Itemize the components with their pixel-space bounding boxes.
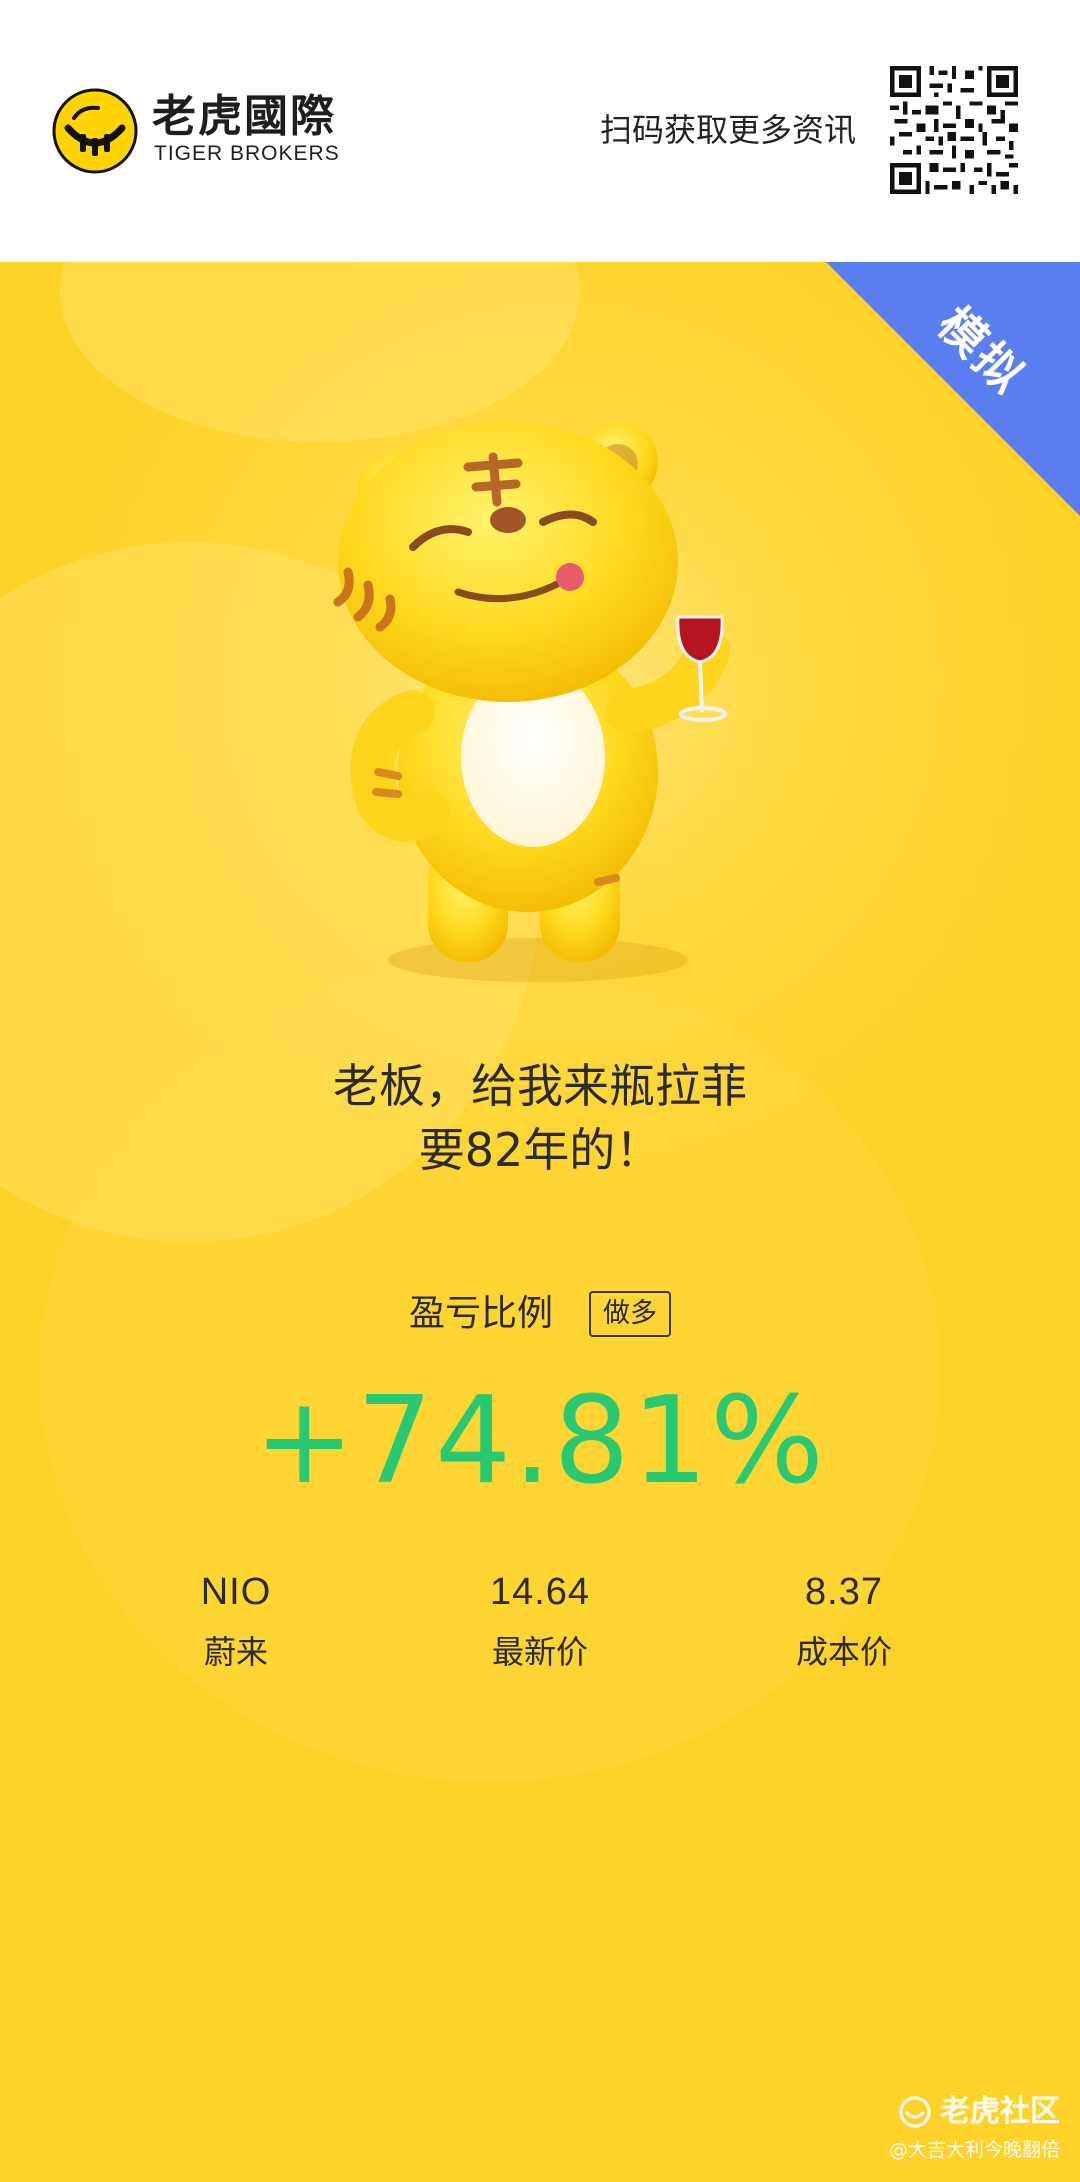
stat-latest-price-value: 14.64: [489, 1571, 591, 1613]
direction-badge: 做多: [589, 1291, 671, 1337]
tiger-logo-icon: [52, 88, 138, 174]
scan-prompt: 扫码获取更多资讯: [599, 111, 856, 149]
result-card: 模拟 老板，给我来瓶拉菲 要82年的！ 盈亏比例 做多 +74.81% NIO …: [0, 262, 1080, 2182]
quote-text: 老板，给我来瓶拉菲 要82年的！: [0, 1054, 1080, 1182]
qr-code-icon[interactable]: [890, 66, 1018, 194]
profit-loss-header: 盈亏比例 做多: [0, 1290, 1080, 1340]
stat-symbol: NIO 蔚来: [116, 1568, 356, 1674]
profit-loss-label: 盈亏比例: [408, 1293, 553, 1334]
brand-name-en: TIGER BROKERS: [154, 142, 340, 165]
stat-symbol-value: NIO: [200, 1571, 272, 1613]
watermark-title-row: 老虎社区: [889, 2092, 1060, 2132]
simulation-ribbon: 模拟: [826, 262, 1080, 516]
profit-loss-value: +74.81%: [253, 1372, 827, 1511]
community-logo-icon: [899, 2096, 931, 2128]
share-card: 老虎國際 TIGER BROKERS 扫码获取更多资讯 模拟 老板，给我来瓶拉菲…: [0, 0, 1080, 2182]
stat-latest-price-label: 最新价: [491, 1633, 588, 1671]
tiger-mascot-image: [333, 422, 730, 982]
header: 老虎國際 TIGER BROKERS 扫码获取更多资讯: [0, 0, 1080, 262]
quote-line-1: 老板，给我来瓶拉菲: [333, 1059, 747, 1113]
stat-symbol-label: 蔚来: [203, 1633, 268, 1671]
stat-cost-price-value: 8.37: [805, 1571, 883, 1613]
brand-name-cn: 老虎國際: [152, 91, 336, 142]
community-watermark: 老虎社区 @大吉大利今晚翻倍: [889, 2092, 1060, 2164]
watermark-title: 老虎社区: [940, 2094, 1060, 2129]
stat-cost-price: 8.37 成本价: [724, 1568, 964, 1674]
stat-cost-price-label: 成本价: [795, 1633, 892, 1671]
watermark-user: @大吉大利今晚翻倍: [888, 2139, 1060, 2161]
stat-latest-price: 14.64 最新价: [420, 1568, 660, 1674]
quote-line-2: 要82年的！: [418, 1123, 662, 1177]
